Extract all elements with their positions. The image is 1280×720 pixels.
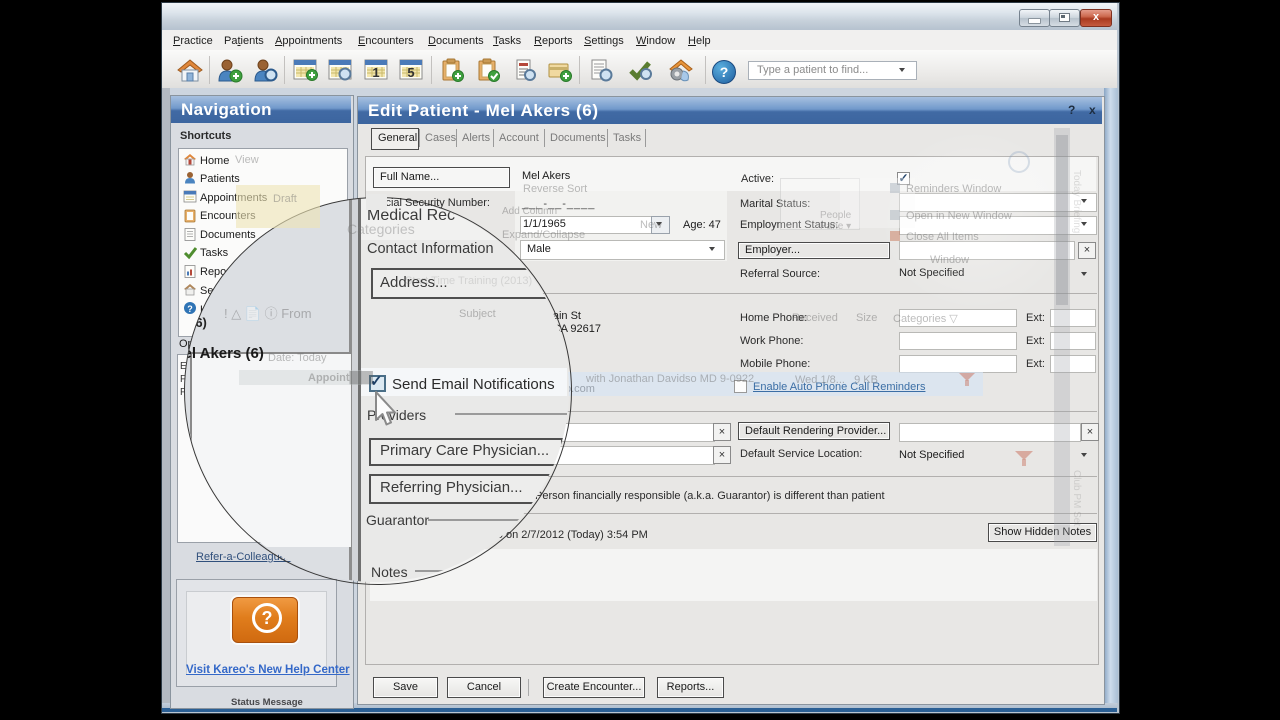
svg-text:1: 1 xyxy=(372,65,379,80)
svg-text:5: 5 xyxy=(407,65,414,80)
